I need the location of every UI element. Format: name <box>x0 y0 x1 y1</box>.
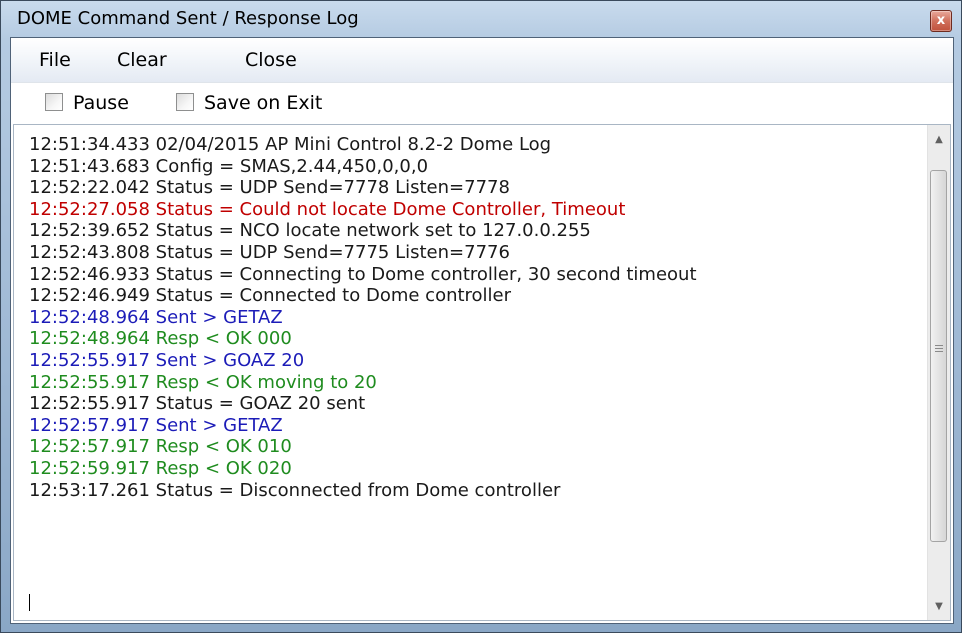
log-line: 12:52:55.917 Resp < OK moving to 20 <box>29 371 377 393</box>
menu-file[interactable]: File <box>39 49 71 71</box>
scroll-down-arrow-icon[interactable]: ▼ <box>928 596 950 618</box>
close-window-button[interactable]: x <box>930 10 952 32</box>
vertical-scrollbar[interactable]: ▲ ▼ <box>927 125 950 620</box>
log-line: 12:52:59.917 Resp < OK 020 <box>29 457 292 479</box>
log-textbox[interactable]: 12:51:34.433 02/04/2015 AP Mini Control … <box>13 124 951 621</box>
scroll-grip-icon <box>935 348 943 349</box>
close-icon: x <box>936 13 946 28</box>
log-line: 12:52:43.808 Status = UDP Send=7775 List… <box>29 241 510 263</box>
log-line: 12:51:34.433 02/04/2015 AP Mini Control … <box>29 134 552 155</box>
log-line: 12:52:46.949 Status = Connected to Dome … <box>29 285 512 307</box>
menu-close[interactable]: Close <box>245 49 297 71</box>
scroll-grip-icon <box>935 351 943 352</box>
window-title: DOME Command Sent / Response Log <box>17 8 359 29</box>
menu-bar: File Clear Close <box>11 38 953 83</box>
save-on-exit-label: Save on Exit <box>204 92 323 114</box>
menu-clear[interactable]: Clear <box>117 49 167 71</box>
log-line: 12:52:55.917 Sent > GOAZ 20 <box>29 349 305 371</box>
options-bar: Pause Save on Exit <box>11 83 953 123</box>
log-lines: 12:51:34.433 02/04/2015 AP Mini Control … <box>29 134 909 501</box>
scroll-up-arrow-icon[interactable]: ▲ <box>928 129 950 151</box>
pause-checkbox[interactable] <box>45 93 63 111</box>
log-line: 12:52:57.917 Sent > GETAZ <box>29 414 283 436</box>
log-line: 12:52:48.964 Resp < OK 000 <box>29 328 292 350</box>
title-bar[interactable]: DOME Command Sent / Response Log x <box>1 1 961 37</box>
text-caret <box>29 594 30 611</box>
log-line: 12:52:22.042 Status = UDP Send=7778 List… <box>29 177 510 199</box>
log-line: 12:52:48.964 Sent > GETAZ <box>29 306 283 328</box>
scroll-thumb[interactable] <box>930 170 947 542</box>
client-area: File Clear Close Pause Save on Exit 12:5… <box>10 37 954 624</box>
log-line: 12:52:39.652 Status = NCO locate network… <box>29 220 591 242</box>
dome-log-window: DOME Command Sent / Response Log x File … <box>0 0 962 633</box>
log-line: 12:52:57.917 Resp < OK 010 <box>29 436 292 458</box>
save-on-exit-checkbox[interactable] <box>176 93 194 111</box>
log-line: 12:51:43.683 Config = SMAS,2.44,450,0,0,… <box>29 155 429 177</box>
pause-label: Pause <box>73 92 129 114</box>
log-line: 12:52:55.917 Status = GOAZ 20 sent <box>29 393 366 415</box>
log-line: 12:52:27.058 Status = Could not locate D… <box>29 198 626 220</box>
scroll-grip-icon <box>935 345 943 346</box>
log-line: 12:53:17.261 Status = Disconnected from … <box>29 479 561 501</box>
log-line: 12:52:46.933 Status = Connecting to Dome… <box>29 263 697 285</box>
